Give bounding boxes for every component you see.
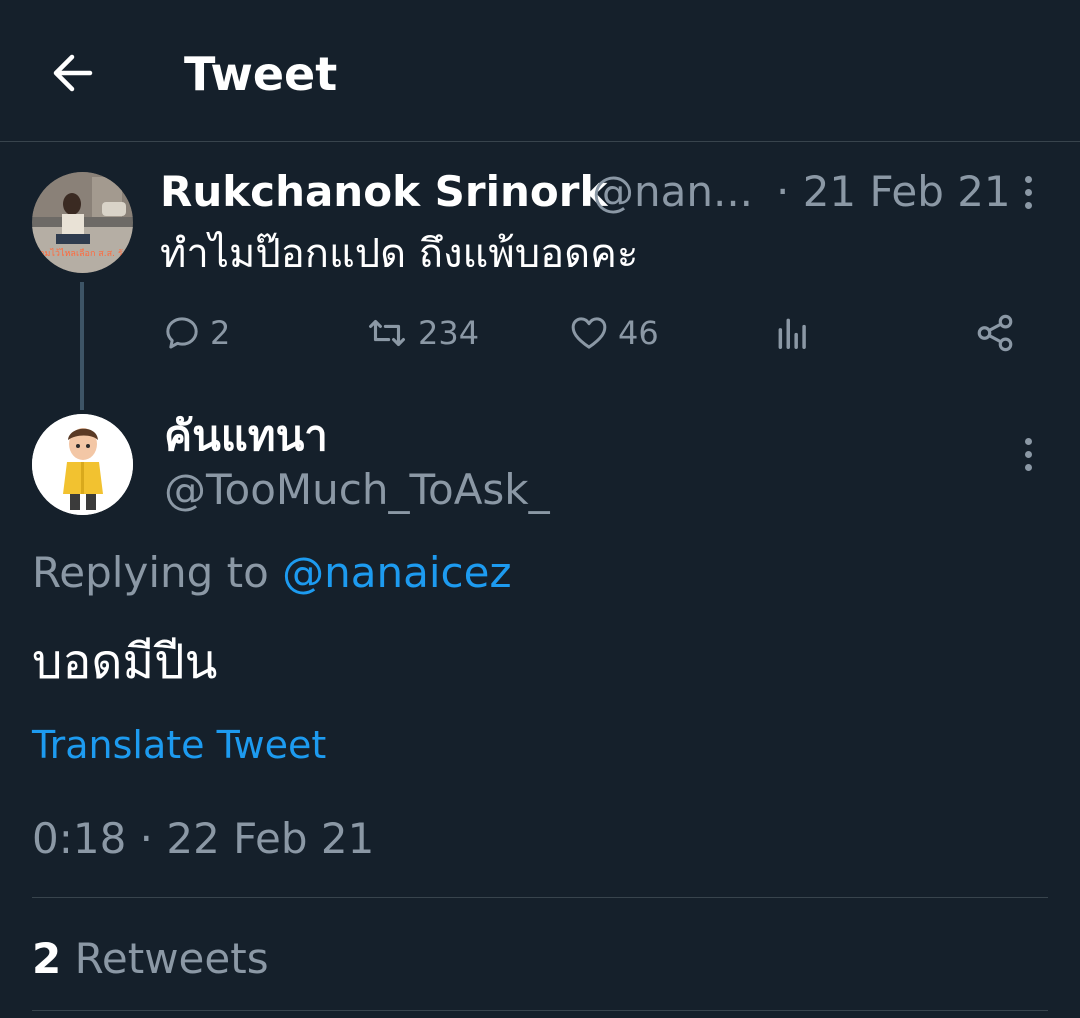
retweets-stat[interactable]: 2 Retweets — [32, 932, 269, 986]
thread-line — [80, 282, 84, 410]
reply-button[interactable]: 2 — [162, 308, 230, 358]
avatar-caption: รวมรวมไว้ไหลเลือก ส.ส. รักท่าน — [32, 248, 133, 259]
author-handle[interactable]: @TooMuch_ToAsk_ — [164, 464, 550, 516]
analytics-button[interactable] — [774, 308, 812, 358]
more-options-button[interactable] — [1008, 172, 1048, 212]
like-button[interactable]: 46 — [568, 308, 659, 358]
reply-icon — [166, 317, 198, 349]
more-options-button[interactable] — [1008, 434, 1048, 474]
reply-count: 2 — [210, 314, 231, 352]
replying-to-handle[interactable]: @nanaicez — [282, 548, 511, 597]
replying-to-label: Replying to — [32, 548, 269, 597]
retweet-button[interactable]: 234 — [364, 308, 479, 358]
author-name[interactable]: Rukchanok Srinork — [160, 166, 607, 218]
profile-illustration — [32, 414, 133, 515]
tweet-text: ทำไมป๊อกแปด ถึงแพ้บอดคะ — [160, 231, 639, 277]
profile-photo: รวมรวมไว้ไหลเลือก ส.ส. รักท่าน — [32, 172, 133, 273]
author-handle[interactable]: @nan... — [592, 166, 753, 218]
share-icon — [977, 314, 1013, 352]
page-title: Tweet — [184, 47, 338, 101]
divider — [32, 1010, 1048, 1011]
divider — [32, 897, 1048, 898]
like-count: 46 — [618, 314, 659, 352]
share-button[interactable] — [974, 308, 1016, 358]
avatar[interactable] — [32, 414, 133, 515]
avatar[interactable]: รวมรวมไว้ไหลเลือก ส.ส. รักท่าน — [32, 172, 133, 273]
back-button[interactable] — [44, 45, 100, 101]
retweets-count: 2 — [32, 934, 62, 983]
tweet-text: บอดมีปีน — [32, 634, 218, 690]
retweet-icon — [369, 319, 405, 347]
back-arrow-icon — [53, 54, 93, 92]
tweet-date[interactable]: · 21 Feb 21 — [776, 166, 1011, 218]
tweet-timestamp: 0:18 · 22 Feb 21 — [32, 814, 375, 863]
top-app-bar — [0, 0, 1080, 142]
author-name[interactable]: คันแทนา — [164, 408, 328, 464]
like-icon — [571, 317, 607, 349]
replying-to: Replying to @nanaicez — [32, 545, 512, 601]
analytics-icon — [778, 318, 806, 349]
more-vertical-icon — [1024, 175, 1032, 209]
retweet-count: 234 — [418, 314, 480, 352]
retweets-label: Retweets — [74, 934, 269, 983]
translate-tweet-link[interactable]: Translate Tweet — [32, 720, 326, 770]
more-vertical-icon — [1024, 437, 1032, 471]
